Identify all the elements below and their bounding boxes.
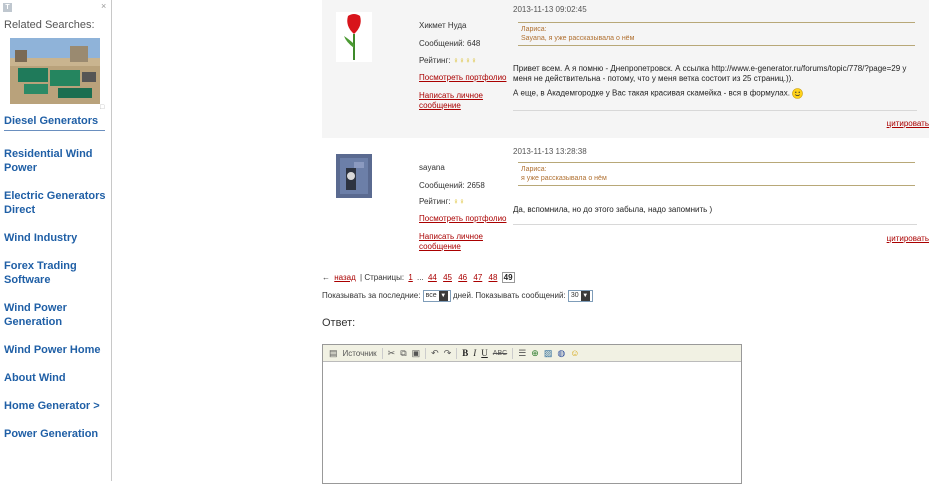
display-filters: Показывать за последние: все ▼ дней. Пока… — [322, 290, 593, 302]
view-portfolio-link[interactable]: Посмотреть портфолио — [419, 73, 506, 82]
answer-heading: Ответ: — [322, 317, 356, 329]
post-divider — [513, 110, 917, 111]
bold-icon[interactable]: B — [462, 348, 468, 358]
reply-textarea[interactable] — [323, 363, 741, 483]
cut-icon[interactable]: ✂ — [388, 348, 396, 359]
message-count-select[interactable]: 30 ▼ — [567, 290, 593, 302]
send-private-message-link[interactable]: Написать личное сообщение — [419, 91, 499, 111]
post-body: Привет всем. А я помню - Днепропетровск.… — [513, 64, 907, 83]
rating-stars-icon: ♀♀ — [452, 197, 465, 206]
post-divider — [513, 224, 917, 225]
rating-label: Рейтинг: — [419, 56, 451, 65]
quote-post-link[interactable]: цитировать — [887, 119, 929, 128]
thumbnail-marker-icon: □ — [100, 104, 105, 111]
smiley-icon[interactable]: ☺ — [570, 348, 579, 358]
link-icon[interactable]: ⊕ — [531, 348, 539, 359]
paste-icon[interactable]: ▣ — [412, 348, 421, 359]
pager-page[interactable]: 45 — [443, 273, 452, 282]
view-portfolio-link[interactable]: Посмотреть портфолио — [419, 214, 506, 223]
post-quote: Лариса: я уже рассказывала о нём — [518, 162, 915, 186]
send-private-message-link[interactable]: Написать личное сообщение — [419, 232, 499, 252]
toolbar-separator — [381, 347, 383, 359]
sidebar-link-electric-generators-direct[interactable]: Electric Generators Direct — [4, 189, 108, 217]
diesel-generators-thumbnail[interactable] — [10, 38, 100, 104]
sidebar-link-diesel-generators[interactable]: Diesel Generators — [4, 114, 108, 128]
post-message-count: Сообщений: 648 — [419, 39, 481, 48]
quote-text: Sayana, я уже рассказывала о нём — [521, 35, 635, 42]
post-timestamp: 2013-11-13 09:02:45 — [513, 5, 587, 14]
pager-page[interactable]: 48 — [489, 273, 498, 282]
pager-current-page: 49 — [501, 272, 515, 283]
quote-text: я уже рассказывала о нём — [521, 175, 607, 182]
avatar-sayana — [336, 154, 372, 198]
sidebar-divider — [4, 130, 105, 131]
smiley-icon — [792, 88, 803, 99]
source-icon[interactable]: ▤ — [329, 348, 338, 359]
toolbar-separator — [512, 347, 514, 359]
post-body-2-text: А еще, в Академгородке у Вас такая краси… — [513, 88, 790, 98]
post-body-2: А еще, в Академгородке у Вас такая краси… — [513, 88, 923, 99]
widget-icon: T — [3, 3, 12, 12]
forum-post: sayana Сообщений: 2658 Рейтинг: ♀♀ Посмо… — [322, 144, 929, 266]
close-icon[interactable]: × — [101, 1, 106, 11]
post-message-count: Сообщений: 2658 — [419, 181, 485, 190]
forum-post: Хикмет Нуда Сообщений: 648 Рейтинг: ♀♀♀♀… — [322, 0, 929, 138]
post-quote: Лариса: Sayana, я уже рассказывала о нём — [518, 22, 915, 46]
copy-icon[interactable]: ⧉ — [400, 348, 406, 359]
sidebar-link-wind-industry[interactable]: Wind Industry — [4, 231, 108, 245]
avatar-tulip — [336, 12, 372, 62]
toolbar-separator — [456, 347, 458, 359]
post-body: Да, вспомнила, но до этого забыла, надо … — [513, 205, 713, 214]
rating-stars-icon: ♀♀♀♀ — [452, 56, 477, 65]
image-icon[interactable]: ▨ — [544, 348, 553, 359]
back-arrow-icon: ← — [322, 273, 330, 282]
sidebar-link-residential-wind-power[interactable]: Residential Wind Power — [4, 147, 108, 175]
post-author: Хикмет Нуда — [419, 21, 467, 30]
post-timestamp: 2013-11-13 13:28:38 — [513, 147, 587, 156]
pagination: ← назад | Страницы: 1 ... 44 45 46 47 48… — [322, 272, 515, 283]
sidebar-link-about-wind[interactable]: About Wind — [4, 371, 108, 385]
related-searches-title: Related Searches: — [4, 19, 95, 31]
toolbar-separator — [425, 347, 427, 359]
flash-icon[interactable]: ◍ — [557, 348, 565, 359]
period-select-value: все — [425, 292, 437, 299]
strikethrough-icon[interactable]: ABC — [493, 350, 507, 357]
sidebar-link-wind-power-home[interactable]: Wind Power Home — [4, 343, 108, 357]
related-searches-sidebar: T × Related Searches: □ Diesel Generator… — [0, 0, 112, 481]
post-rating: Рейтинг: ♀♀ — [419, 197, 465, 206]
underline-icon[interactable]: U — [481, 348, 488, 358]
message-count-value: 30 — [570, 292, 579, 299]
sidebar-link-power-generation[interactable]: Power Generation — [4, 427, 108, 441]
period-select[interactable]: все ▼ — [422, 290, 451, 302]
reply-editor: ▤ Источник ✂ ⧉ ▣ ↶ ↷ B I U ABC ☰ ⊕ ▨ ◍ ☺ — [322, 344, 742, 484]
pager-back-link[interactable]: назад — [334, 273, 356, 282]
chevron-down-icon: ▼ — [580, 291, 590, 301]
post-author: sayana — [419, 163, 445, 172]
pager-page[interactable]: 47 — [473, 273, 482, 282]
pager-page[interactable]: 46 — [458, 273, 467, 282]
list-icon[interactable]: ☰ — [518, 348, 526, 359]
sidebar-link-home-generator[interactable]: Home Generator > — [4, 399, 108, 413]
pager-page[interactable]: 44 — [428, 273, 437, 282]
post-rating: Рейтинг: ♀♀♀♀ — [419, 56, 477, 65]
redo-icon[interactable]: ↷ — [444, 348, 452, 359]
editor-toolbar: ▤ Источник ✂ ⧉ ▣ ↶ ↷ B I U ABC ☰ ⊕ ▨ ◍ ☺ — [323, 345, 741, 362]
show-last-label: Показывать за последние: — [322, 291, 421, 301]
rating-label: Рейтинг: — [419, 197, 451, 206]
quote-author: Лариса: — [521, 26, 547, 33]
days-label: дней. Показывать сообщений: — [452, 291, 566, 301]
source-button[interactable]: Источник — [343, 349, 377, 358]
chevron-down-icon: ▼ — [438, 291, 448, 301]
quote-author: Лариса: — [521, 166, 547, 173]
sidebar-link-wind-power-generation[interactable]: Wind Power Generation — [4, 301, 108, 329]
pager-ellipsis: ... — [417, 273, 424, 282]
sidebar-link-forex-trading-software[interactable]: Forex Trading Software — [4, 259, 108, 287]
undo-icon[interactable]: ↶ — [431, 348, 439, 359]
italic-icon[interactable]: I — [473, 348, 476, 358]
pages-label: | Страницы: — [360, 273, 405, 282]
pager-page-first[interactable]: 1 — [408, 273, 412, 282]
quote-post-link[interactable]: цитировать — [887, 234, 929, 243]
